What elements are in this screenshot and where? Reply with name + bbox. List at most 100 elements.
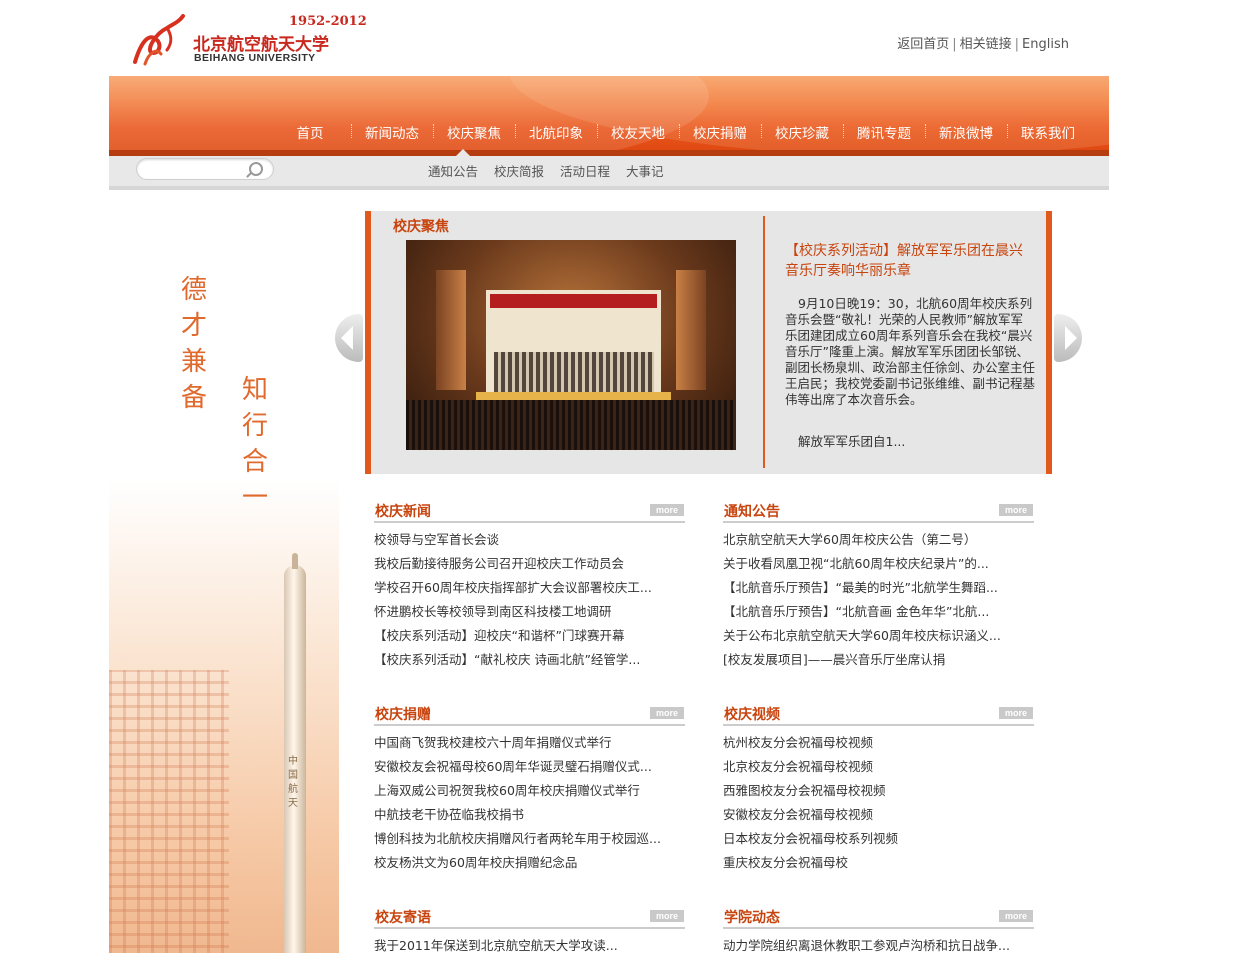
english-link[interactable]: English [1022, 37, 1069, 52]
section-title: 校庆视频 [724, 707, 780, 723]
focus-headline-link[interactable]: 【校庆系列活动】解放军军乐团在晨兴音乐厅奏响华丽乐章 [785, 241, 1035, 281]
separator: | [1014, 37, 1020, 52]
nav-item-news[interactable]: 新闻动态 [351, 122, 433, 142]
section-donations: 校庆捐赠 more 中国商飞贺我校建校六十周年捐赠仪式举行 安徽校友会祝福母校6… [374, 702, 685, 875]
focus-divider [763, 216, 765, 468]
search-input[interactable] [145, 159, 249, 179]
news-list: 北京航空航天大学60周年校庆公告（第二号） 关于收看凤凰卫视“北航60周年校庆纪… [723, 523, 1034, 672]
list-item[interactable]: 校领导与空军首长会谈 [374, 528, 685, 552]
photo-pillar [676, 270, 706, 390]
list-item[interactable]: 动力学院组织离退休教职工参观卢沟桥和抗日战争... [723, 934, 1034, 958]
list-item[interactable]: 西雅图校友分会祝福母校视频 [723, 779, 1034, 803]
list-item[interactable]: 【校庆系列活动】迎校庆“和谐杯”门球赛开幕 [374, 624, 685, 648]
list-item[interactable]: 【校庆系列活动】“献礼校庆 诗画北航”经管学... [374, 648, 685, 672]
focus-more-link[interactable]: 解放军军乐团自1... [798, 431, 905, 450]
concert-photo[interactable] [406, 240, 736, 450]
list-item[interactable]: [校友发展项目]——晨兴音乐厅坐席认捐 [723, 648, 1034, 672]
list-item[interactable]: 日本校友分会祝福母校系列视频 [723, 827, 1034, 851]
nav-label: 北航印象 [529, 126, 583, 142]
section-college-news: 学院动态 more 动力学院组织离退休教职工参观卢沟桥和抗日战争... [723, 905, 1034, 958]
subnav-item-notices[interactable]: 通知公告 [428, 164, 478, 179]
nav-divider [433, 124, 434, 138]
list-item[interactable]: 【北航音乐厅预告】“最美的时光”北航学生舞蹈... [723, 576, 1034, 600]
site-header: 1952-2012 北京航空航天大学 BEIHANG UNIVERSITY 返回… [109, 0, 1109, 76]
list-item[interactable]: 学校召开60周年校庆指挥部扩大会议部署校庆工... [374, 576, 685, 600]
more-button[interactable]: more [999, 707, 1033, 719]
more-button[interactable]: more [999, 910, 1033, 922]
list-item[interactable]: 【北航音乐厅预告】“北航音画 金色年华”北航... [723, 600, 1034, 624]
nav-label: 腾讯专题 [857, 126, 911, 142]
section-title: 通知公告 [724, 504, 780, 520]
separator: | [952, 37, 957, 52]
list-item[interactable]: 北京航空航天大学60周年校庆公告（第二号） [723, 528, 1034, 552]
carousel-next-button[interactable] [1054, 314, 1082, 362]
more-button[interactable]: more [650, 504, 684, 516]
news-list: 中国商飞贺我校建校六十周年捐赠仪式举行 安徽校友会祝福母校60周年华诞灵璧石捐赠… [374, 726, 685, 875]
list-item[interactable]: 关于收看凤凰卫视“北航60周年校庆纪录片”的... [723, 552, 1034, 576]
subnav-item-schedule[interactable]: 活动日程 [560, 164, 610, 179]
nav-item-home[interactable]: 首页 [269, 122, 351, 142]
list-item[interactable]: 怀进鹏校长等校领导到南区科技楼工地调研 [374, 600, 685, 624]
university-name-en: BEIHANG UNIVERSITY [194, 52, 316, 64]
arrow-right-icon [1065, 326, 1077, 350]
section-notices: 通知公告 more 北京航空航天大学60周年校庆公告（第二号） 关于收看凤凰卫视… [723, 499, 1034, 672]
news-list: 杭州校友分会祝福母校视频 北京校友分会祝福母校视频 西雅图校友分会祝福母校视频 … [723, 726, 1034, 875]
main-nav: 首页 新闻动态 校庆聚焦 北航印象 校友天地 校庆捐赠 校庆珍藏 腾讯专题 新浪… [269, 122, 1089, 142]
section-title: 学院动态 [724, 910, 780, 926]
more-button[interactable]: more [650, 910, 684, 922]
main-nav-bar: 首页 新闻动态 校庆聚焦 北航印象 校友天地 校庆捐赠 校庆珍藏 腾讯专题 新浪… [109, 76, 1109, 150]
nav-divider [597, 124, 598, 138]
nav-item-contact[interactable]: 联系我们 [1007, 122, 1089, 142]
photo-banner [490, 294, 657, 308]
left-decor-panel: 德才兼备 知行合一 中国航天 [109, 190, 339, 953]
list-item[interactable]: 重庆校友分会祝福母校 [723, 851, 1034, 875]
list-item[interactable]: 关于公布北京航空航天大学60周年校庆标识涵义... [723, 624, 1034, 648]
list-item[interactable]: 中国商飞贺我校建校六十周年捐赠仪式举行 [374, 731, 685, 755]
section-header: 校庆视频 more [723, 702, 1034, 726]
nav-item-collection[interactable]: 校庆珍藏 [761, 122, 843, 142]
section-header: 校庆新闻 more [374, 499, 685, 523]
section-header: 校庆捐赠 more [374, 702, 685, 726]
search-box [136, 158, 274, 180]
list-item[interactable]: 北京校友分会祝福母校视频 [723, 755, 1034, 779]
subnav-item-chronicle[interactable]: 大事记 [626, 164, 664, 179]
section-header: 校友寄语 more [374, 905, 685, 929]
more-button[interactable]: more [999, 504, 1033, 516]
list-item[interactable]: 杭州校友分会祝福母校视频 [723, 731, 1034, 755]
list-item[interactable]: 博创科技为北航校庆捐赠风行者两轮车用于校园巡... [374, 827, 685, 851]
nav-item-weibo[interactable]: 新浪微博 [925, 122, 1007, 142]
nav-divider [925, 124, 926, 138]
photo-orchestra [494, 352, 654, 392]
university-logo[interactable]: 1952-2012 北京航空航天大学 BEIHANG UNIVERSITY [127, 10, 367, 68]
list-item[interactable]: 我于2011年保送到北京航空航天大学攻读... [374, 934, 685, 958]
list-item[interactable]: 安徽校友会祝福母校60周年华诞灵璧石捐赠仪式... [374, 755, 685, 779]
nav-item-impression[interactable]: 北航印象 [515, 122, 597, 142]
logo-emblem-icon [133, 14, 185, 66]
nav-item-alumni[interactable]: 校友天地 [597, 122, 679, 142]
list-item[interactable]: 中航技老干协莅临我校捐书 [374, 803, 685, 827]
subnav-item-briefing[interactable]: 校庆简报 [494, 164, 544, 179]
more-button[interactable]: more [650, 707, 684, 719]
photo-pillar [436, 270, 466, 390]
home-link[interactable]: 返回首页 [897, 37, 949, 52]
search-icon[interactable] [249, 162, 263, 176]
related-links-link[interactable]: 相关链接 [960, 37, 1012, 52]
nav-divider [351, 124, 352, 138]
news-list: 校领导与空军首长会谈 我校后勤接待服务公司召开迎校庆工作动员会 学校召开60周年… [374, 523, 685, 672]
nav-item-tencent[interactable]: 腾讯专题 [843, 122, 925, 142]
motto-line-2: 知行合一 [242, 375, 269, 513]
photo-audience [406, 400, 736, 450]
list-item[interactable]: 安徽校友分会祝福母校视频 [723, 803, 1034, 827]
carousel-prev-button[interactable] [335, 314, 363, 362]
list-item[interactable]: 上海双威公司祝贺我校60周年校庆捐赠仪式举行 [374, 779, 685, 803]
section-campus-news: 校庆新闻 more 校领导与空军首长会谈 我校后勤接待服务公司召开迎校庆工作动员… [374, 499, 685, 672]
list-item[interactable]: 我校后勤接待服务公司召开迎校庆工作动员会 [374, 552, 685, 576]
nav-item-focus[interactable]: 校庆聚焦 [433, 122, 515, 142]
section-title: 校庆捐赠 [375, 707, 431, 723]
list-item[interactable]: 校友杨洪文为60周年校庆捐赠纪念品 [374, 851, 685, 875]
nav-divider [515, 124, 516, 138]
section-title: 校友寄语 [375, 910, 431, 926]
nav-item-donation[interactable]: 校庆捐赠 [679, 122, 761, 142]
focus-summary: 9月10日晚19：30，北航60周年校庆系列音乐会暨“敬礼！光荣的人民教师”解放… [785, 296, 1036, 407]
page-wrapper: 1952-2012 北京航空航天大学 BEIHANG UNIVERSITY 返回… [109, 0, 1109, 953]
